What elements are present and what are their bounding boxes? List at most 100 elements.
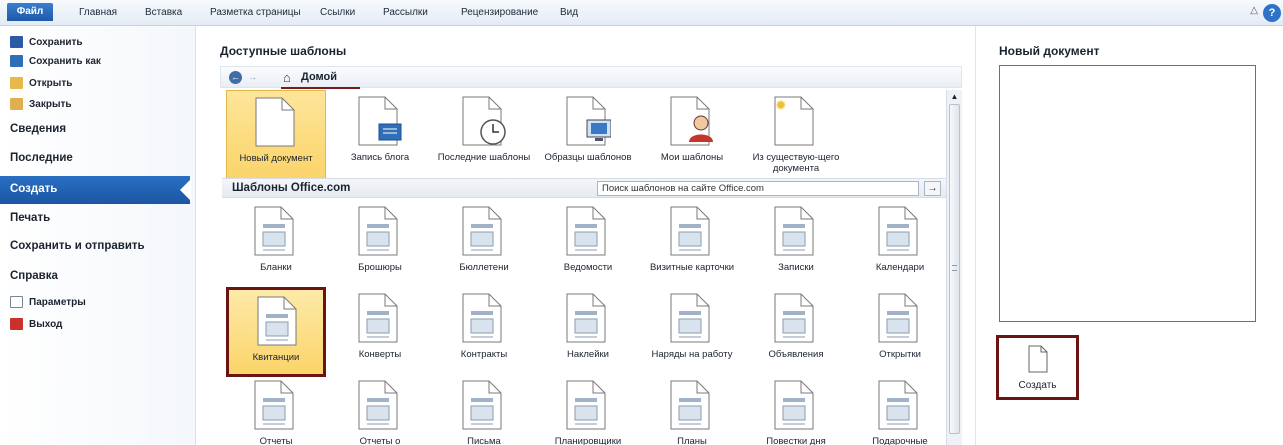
template-grid: Новый документ Запись блога Последние шабл… [222, 90, 946, 445]
nav-exit[interactable]: Выход [10, 316, 62, 332]
scroll-up-icon[interactable]: ▲ [949, 92, 960, 102]
office_row3-tile-5-label: Повестки дня [766, 436, 826, 445]
tab-insert[interactable]: Вставка [145, 7, 182, 18]
top-template-5-label: Из существую-щего документа [752, 152, 840, 174]
office_row3-tile-2-label: Письма [467, 436, 501, 445]
template-icon [670, 96, 713, 146]
template-icon [566, 96, 611, 146]
office_row2-tile-2[interactable]: Контракты [434, 287, 534, 377]
office_row2-tile-6[interactable]: Открытки [850, 287, 946, 377]
tab-review[interactable]: Рецензирование [461, 7, 538, 18]
nav-exit-label: Выход [29, 318, 63, 330]
back-arrow-icon[interactable]: ← [229, 71, 242, 84]
office_row1-tile-6-label: Календари [875, 262, 925, 273]
office_row3-tile-1[interactable]: Отчеты о [330, 374, 430, 445]
create-button[interactable]: Создать [996, 335, 1079, 400]
home-icon[interactable]: ⌂ [283, 70, 291, 85]
template-icon [774, 380, 814, 430]
top-template-2[interactable]: Последние шаблоны [434, 90, 534, 180]
template-icon: ✹ [774, 96, 814, 146]
office_row1-tile-6[interactable]: Календари [850, 200, 946, 290]
office_row1-tile-5[interactable]: Записки [746, 200, 846, 290]
nav-save-as[interactable]: Сохранить как [10, 53, 101, 69]
nav-save-send[interactable]: Сохранить и отправить [10, 240, 145, 252]
forward-arrow-icon[interactable]: → [246, 71, 259, 84]
template-icon [670, 380, 710, 430]
nav-print[interactable]: Печать [10, 212, 50, 224]
template-icon [774, 293, 814, 343]
office_row1-tile-4[interactable]: Визитные карточки [642, 200, 742, 290]
search-go-icon[interactable]: → [924, 181, 941, 196]
office_row1-tile-0-label: Бланки [260, 262, 292, 273]
office_row1-tile-0[interactable]: Бланки [226, 200, 326, 290]
nav-info[interactable]: Сведения [10, 123, 66, 135]
template-icon [358, 293, 398, 343]
minimize-ribbon-icon[interactable]: △ [1250, 5, 1258, 16]
template-icon [462, 206, 502, 256]
nav-recent[interactable]: Последние [10, 152, 73, 164]
template-icon [255, 97, 295, 147]
office_row3-tile-4[interactable]: Планы [642, 374, 742, 445]
office_row3-tile-0[interactable]: Отчеты [226, 374, 326, 445]
top-template-1[interactable]: Запись блога [330, 90, 430, 180]
tab-home[interactable]: Главная [79, 7, 117, 18]
office_row2-tile-0-label: Квитанции [252, 352, 300, 363]
template-scrollbar[interactable]: ▲ [946, 90, 962, 445]
template-icon [462, 96, 506, 146]
office_row1-tile-2[interactable]: Бюллетени [434, 200, 534, 290]
office_row3-tile-5[interactable]: Повестки дня [746, 374, 846, 445]
office_row2-tile-3[interactable]: Наклейки [538, 287, 638, 377]
office_row1-tile-1[interactable]: Брошюры [330, 200, 430, 290]
nav-close[interactable]: Закрыть [10, 96, 72, 112]
office_row2-tile-1[interactable]: Конверты [330, 287, 430, 377]
office_row1-tile-3[interactable]: Ведомости [538, 200, 638, 290]
office_row2-tile-4-label: Наряды на работу [651, 349, 733, 360]
scroll-thumb[interactable] [949, 104, 960, 434]
nav-help[interactable]: Справка [10, 270, 58, 282]
office_row3-tile-2[interactable]: Письма [434, 374, 534, 445]
top-template-1-label: Запись блога [350, 152, 410, 163]
help-icon[interactable]: ? [1263, 4, 1281, 22]
tab-mailings[interactable]: Рассылки [383, 7, 428, 18]
office_row3-tile-3-label: Планировщики [554, 436, 622, 445]
tab-references[interactable]: Ссылки [320, 7, 355, 18]
top-template-4[interactable]: Мои шаблоны [642, 90, 742, 180]
office_row3-tile-3[interactable]: Планировщики [538, 374, 638, 445]
nav-options[interactable]: Параметры [10, 294, 86, 310]
nav-save[interactable]: Сохранить [10, 34, 83, 50]
document-preview [999, 65, 1256, 322]
tab-page-layout[interactable]: Разметка страницы [210, 7, 301, 18]
office_row2-tile-5[interactable]: Объявления [746, 287, 846, 377]
office-search-input[interactable]: Поиск шаблонов на сайте Office.com [597, 181, 919, 196]
office_row2-tile-0[interactable]: Квитанции [226, 287, 326, 377]
template-icon [774, 206, 814, 256]
top-template-5[interactable]: ✹ Из существую-щего документа [746, 90, 846, 180]
office_row2-tile-2-label: Контракты [460, 349, 508, 360]
selection-notch [180, 179, 191, 201]
nav-save-label: Сохранить [29, 36, 83, 48]
home-link[interactable]: Домой [301, 71, 337, 83]
top-template-0[interactable]: Новый документ [226, 90, 326, 180]
template-navbar: ← → ⌂ Домой [220, 66, 962, 89]
office_row2-tile-3-label: Наклейки [566, 349, 609, 360]
template-icon [566, 206, 606, 256]
top-template-3[interactable]: Образцы шаблонов [538, 90, 638, 180]
tab-view[interactable]: Вид [560, 7, 578, 18]
office_row2-tile-6-label: Открытки [879, 349, 921, 360]
options-icon [10, 296, 23, 308]
office_row2-tile-4[interactable]: Наряды на работу [642, 287, 742, 377]
tab-file[interactable]: Файл [7, 3, 53, 21]
template-icon [358, 380, 398, 430]
office_row3-tile-6[interactable]: Подарочные [850, 374, 946, 445]
nav-open[interactable]: Открыть [10, 75, 72, 91]
nav-options-label: Параметры [29, 296, 86, 308]
template-icon [254, 380, 294, 430]
office_row1-tile-5-label: Записки [778, 262, 814, 273]
office_row1-tile-4-label: Визитные карточки [649, 262, 735, 273]
nav-new-label: Создать [10, 183, 58, 195]
backstage-nav: Сохранить Сохранить как Открыть Закрыть … [0, 26, 196, 445]
pane-divider [975, 26, 976, 445]
nav-new[interactable]: Создать [0, 176, 191, 204]
save-as-icon [10, 55, 23, 67]
top-template-2-label: Последние шаблоны [437, 152, 531, 163]
